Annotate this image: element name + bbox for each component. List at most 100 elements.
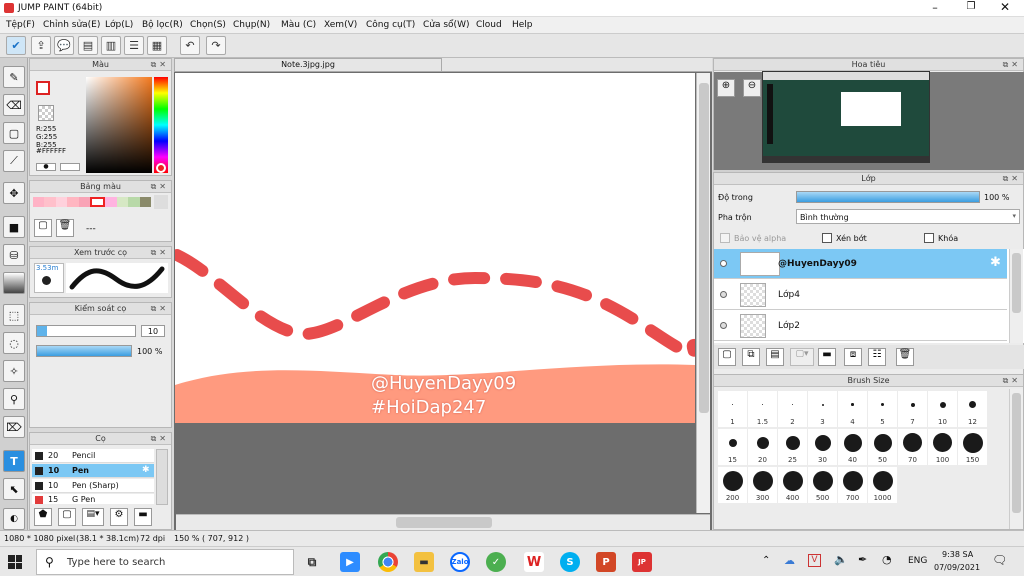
panel-controls-icon[interactable]: ⧉✕	[151, 304, 169, 314]
powerpoint-icon[interactable]: P	[596, 552, 616, 572]
swatch[interactable]	[128, 197, 140, 207]
windows-start-icon[interactable]	[8, 555, 22, 569]
brush-size-cell[interactable]: 30	[808, 429, 837, 465]
menu-filter[interactable]: Bộ lọc(R)	[142, 20, 183, 30]
tab-document[interactable]: Note.3jpg.jpg	[174, 58, 442, 72]
brush-list-row[interactable]: 10 Pen (Sharp)	[32, 479, 154, 493]
panel-controls-icon[interactable]: ⧉✕	[151, 60, 169, 70]
zalo-icon[interactable]: Zalo	[450, 552, 470, 572]
brush-size-cell[interactable]: 1000	[868, 467, 897, 503]
brush-size-cell[interactable]: 40	[838, 429, 867, 465]
select-eraser-tool-icon[interactable]: ⌦	[3, 416, 25, 438]
swatch-selected[interactable]	[90, 197, 106, 207]
layer-mask-icon[interactable]: ▤	[766, 348, 784, 366]
brush-size-cell[interactable]: 1.5	[748, 391, 777, 427]
hue-slider-thumb[interactable]	[156, 163, 166, 173]
eraser-tool-icon[interactable]: ⌫	[3, 94, 25, 116]
file-explorer-icon[interactable]: ▬	[414, 552, 434, 572]
zoom-app-icon[interactable]: ▶	[340, 552, 360, 572]
brush-opacity-slider[interactable]	[36, 345, 132, 357]
merge-layer-icon[interactable]: ⧈	[844, 348, 862, 366]
clipping-checkbox[interactable]	[822, 233, 832, 243]
brush-size-cell[interactable]: 20	[748, 429, 777, 465]
wifi-icon[interactable]: ◔	[882, 553, 892, 566]
brush-size-cell[interactable]: 200	[718, 467, 747, 503]
delete-layer-icon[interactable]: 🗑	[896, 348, 914, 366]
brush-size-cell[interactable]: 1	[718, 391, 747, 427]
swatch[interactable]	[78, 197, 91, 207]
layer-row[interactable]: Lớp2	[714, 311, 1007, 341]
layer-visibility-icon[interactable]	[720, 291, 727, 298]
hue-slider[interactable]	[154, 77, 168, 173]
brush-size-cell[interactable]: 25	[778, 429, 807, 465]
blend-mode-select[interactable]: Bình thường ▾	[796, 209, 1020, 224]
panel-controls-icon[interactable]: ⧉✕	[1003, 60, 1021, 70]
brush-settings-gear-icon[interactable]: ✱	[142, 465, 150, 475]
new-swatch-icon[interactable]: ▢	[34, 219, 52, 237]
maximize-button[interactable]: ❐	[956, 1, 986, 15]
layer-properties-icon[interactable]: ☷	[868, 348, 886, 366]
select-rect-tool-icon[interactable]: ⬚	[3, 304, 25, 326]
layer-scroll-thumb[interactable]	[1012, 253, 1021, 313]
gradient-tool-icon[interactable]	[3, 272, 25, 294]
layer-folder-icon[interactable]: ▬	[818, 348, 836, 366]
brush-size-cell[interactable]: 300	[748, 467, 777, 503]
layer-list-scrollbar[interactable]	[1009, 249, 1023, 343]
new-brush-icon[interactable]: ▢	[58, 508, 76, 526]
close-button[interactable]: ✕	[990, 0, 1020, 14]
export-icon[interactable]: ⇪	[31, 36, 51, 55]
zoom-out-icon[interactable]: ⊖	[743, 79, 761, 97]
brush-size-cell[interactable]: 5	[868, 391, 897, 427]
layer-type-dropdown-icon[interactable]: ▢▾	[790, 348, 814, 366]
bucket-tool-icon[interactable]: ⛁	[3, 244, 25, 266]
brush-size-cell[interactable]: 3	[808, 391, 837, 427]
brush-size-cell[interactable]: 4	[838, 391, 867, 427]
brush-size-cell[interactable]: 15	[718, 429, 747, 465]
copy-layer-icon[interactable]: ⧉	[742, 348, 760, 366]
onedrive-icon[interactable]: ☁	[784, 554, 795, 567]
clock-time[interactable]: 9:38 SA	[942, 550, 973, 559]
layer-opacity-slider[interactable]	[796, 191, 980, 203]
foreground-color-swatch[interactable]	[36, 81, 50, 95]
brush-folder-icon[interactable]: ▬	[134, 508, 152, 526]
text-tool-icon[interactable]: T	[3, 450, 25, 472]
brush-list-row[interactable]: 15 G Pen	[32, 494, 154, 504]
brush-size-cell[interactable]: 150	[958, 429, 987, 465]
vertical-scrollbar[interactable]	[696, 73, 710, 513]
swatch[interactable]	[55, 197, 68, 207]
clock-date[interactable]: 07/09/2021	[934, 563, 980, 572]
undo-icon[interactable]: ↶	[180, 36, 200, 55]
panel-controls-icon[interactable]: ⧉✕	[151, 248, 169, 258]
brush-size-cell[interactable]: 12	[958, 391, 987, 427]
swatch-grid[interactable]	[33, 197, 152, 207]
menu-capture[interactable]: Chụp(N)	[233, 20, 270, 30]
swatch[interactable]	[44, 197, 56, 207]
tray-chevron-up-icon[interactable]: ⌃	[762, 555, 770, 566]
magic-wand-tool-icon[interactable]: ✧	[3, 360, 25, 382]
brush-size-cell[interactable]: 10	[928, 391, 957, 427]
brush-size-cell[interactable]: 100	[928, 429, 957, 465]
swatch[interactable]	[116, 197, 129, 207]
layer-visibility-icon[interactable]	[720, 322, 727, 329]
brush-size-scroll-thumb[interactable]	[1012, 393, 1021, 513]
brush-size-slider[interactable]	[36, 325, 136, 337]
grid-icon[interactable]: ▦	[147, 36, 167, 55]
brush-tool-icon[interactable]: ✎	[3, 66, 25, 88]
saturation-value-square[interactable]	[86, 77, 152, 173]
brush-list-scrollbar[interactable]	[156, 449, 168, 505]
notification-icon[interactable]: 🗨	[992, 553, 1007, 567]
move-tool-icon[interactable]: ✥	[3, 182, 25, 204]
lasso-tool-icon[interactable]: ◌	[3, 332, 25, 354]
jump-paint-taskbar-icon[interactable]: JP	[632, 552, 652, 572]
panel-controls-icon[interactable]: ⧉✕	[151, 182, 169, 192]
pen-tray-icon[interactable]: ✒	[858, 553, 867, 566]
color-mode-button-2[interactable]	[60, 163, 80, 171]
chrome-icon[interactable]	[378, 552, 398, 572]
panel-controls-icon[interactable]: ⧉✕	[151, 434, 169, 444]
layer-row-selected[interactable]: @HuyenDayy09 ✱	[714, 249, 1007, 279]
brush-size-cell[interactable]: 50	[868, 429, 897, 465]
swatch[interactable]	[139, 197, 152, 207]
menu-color[interactable]: Màu (C)	[281, 20, 316, 30]
comment-icon[interactable]: 💬	[54, 36, 74, 55]
layer-settings-gear-icon[interactable]: ✱	[990, 255, 1001, 270]
